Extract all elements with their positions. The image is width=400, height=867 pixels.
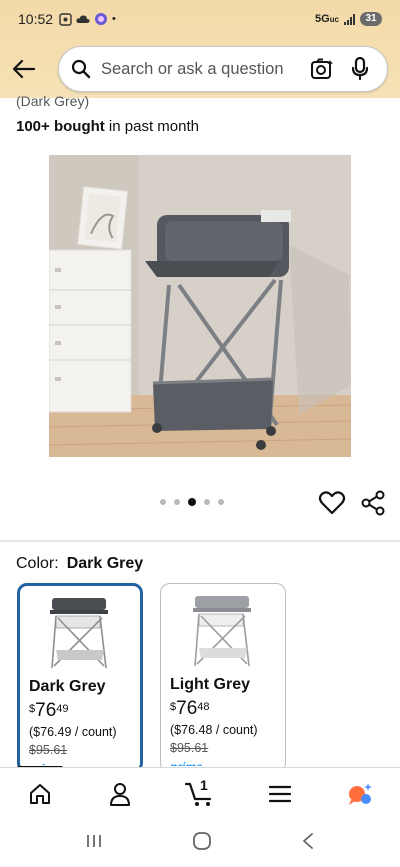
price-whole: 76 — [176, 698, 198, 719]
microphone-icon — [351, 57, 369, 81]
color-label: Color: — [16, 555, 59, 572]
status-bar: 10:52 • 5Guc 31 — [0, 0, 400, 38]
system-back-icon — [303, 832, 314, 849]
back-arrow-icon — [12, 59, 36, 79]
share-icon — [361, 490, 385, 516]
price-whole: 76 — [35, 700, 57, 721]
product-photo — [49, 155, 351, 457]
search-placeholder[interactable]: Search or ask a question — [101, 60, 299, 79]
prime-badge: prime — [170, 760, 203, 766]
search-row: Search or ask a question — [0, 44, 400, 94]
system-navigation-bar — [0, 819, 400, 867]
home-icon — [30, 783, 50, 804]
option-price: $76 49 — [29, 700, 69, 722]
purchase-count-bold: 100+ bought — [16, 118, 105, 135]
image-carousel-indicator[interactable] — [160, 498, 224, 506]
voice-search-button[interactable] — [345, 54, 375, 84]
search-bar[interactable]: Search or ask a question — [58, 46, 388, 92]
heart-icon — [318, 491, 346, 515]
price-fraction: 48 — [197, 701, 210, 713]
cloud-icon — [76, 15, 90, 23]
carousel-dot[interactable] — [218, 499, 224, 505]
app-notification-icon — [95, 13, 108, 25]
recent-apps-icon — [86, 834, 101, 847]
signal-icon — [344, 13, 355, 25]
nav-cart[interactable]: 1 — [175, 771, 225, 817]
rufus-icon — [349, 782, 372, 805]
add-to-list-button[interactable] — [318, 490, 346, 516]
carousel-dot[interactable] — [160, 499, 166, 505]
notification-icons: • — [59, 12, 116, 26]
nav-home[interactable] — [15, 771, 65, 817]
option-price: $76 48 — [170, 698, 210, 720]
lens-camera-icon — [311, 58, 333, 79]
home-circle-icon — [193, 831, 211, 850]
menu-icon — [269, 785, 291, 802]
share-button[interactable] — [360, 490, 386, 516]
nav-account[interactable] — [95, 771, 145, 817]
bottom-navigation: 1 — [0, 767, 400, 819]
more-notifications-dot: • — [112, 13, 116, 25]
battery-indicator: 31 — [360, 12, 382, 26]
back-button[interactable] — [2, 47, 46, 91]
option-thumbnail — [161, 590, 285, 672]
status-right: 5Guc 31 — [315, 12, 382, 26]
section-divider — [0, 540, 400, 542]
list-price: $95.61 — [170, 741, 209, 755]
home-system-button[interactable] — [192, 831, 212, 856]
selected-color: Dark Grey — [66, 555, 144, 572]
color-option-light-grey[interactable]: Light Grey $76 48 ($76.48 / count) $95.61… — [160, 583, 286, 773]
carousel-dot[interactable] — [204, 499, 210, 505]
nav-assistant[interactable] — [335, 771, 385, 817]
recent-apps-button[interactable] — [85, 833, 103, 854]
camera-search-button[interactable] — [307, 54, 337, 84]
system-back-button[interactable] — [301, 832, 315, 855]
option-thumbnail — [20, 592, 140, 674]
price-fraction: 49 — [56, 703, 69, 715]
unit-price: ($76.48 / count) — [170, 723, 258, 737]
carousel-dot[interactable] — [174, 499, 180, 505]
status-left: 10:52 • — [18, 11, 116, 27]
search-icon — [71, 59, 91, 79]
dark-grey-table-image — [50, 598, 108, 669]
unit-price: ($76.49 / count) — [29, 725, 117, 739]
product-image[interactable] — [49, 155, 351, 457]
option-name: Dark Grey — [29, 678, 106, 695]
list-price: $95.61 — [29, 743, 68, 757]
color-selector-heading: Color: Dark Grey — [16, 555, 143, 573]
cart-count: 1 — [200, 776, 208, 793]
purchase-count: 100+ bought in past month — [16, 118, 199, 135]
account-icon — [110, 782, 130, 806]
option-name: Light Grey — [170, 676, 251, 693]
variant-caption: (Dark Grey) — [16, 93, 90, 109]
light-grey-table-image — [193, 596, 251, 667]
carousel-dot-active[interactable] — [188, 498, 196, 506]
color-option-dark-grey[interactable]: Dark Grey $76 49 ($76.49 / count) $95.61 … — [17, 583, 143, 773]
network-type: 5Guc — [314, 13, 339, 25]
purchase-count-rest: in past month — [104, 118, 199, 135]
screenshot-icon — [59, 12, 72, 26]
status-time: 10:52 — [18, 11, 54, 27]
nav-menu[interactable] — [255, 771, 305, 817]
product-page: 10:52 • 5Guc 31 Search or ask a question — [0, 0, 400, 867]
